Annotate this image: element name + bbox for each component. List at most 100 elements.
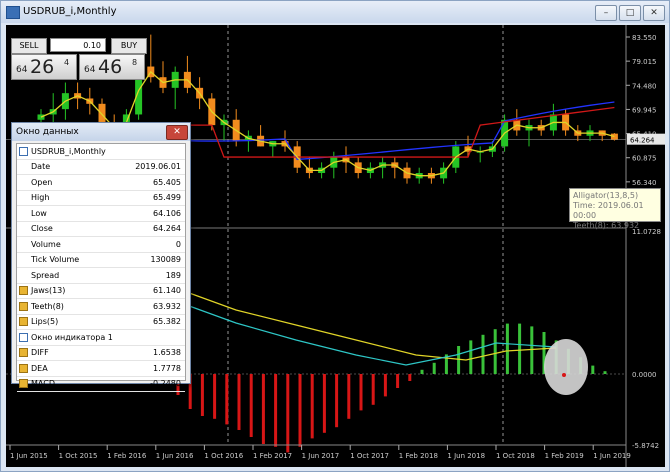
data-window-row: Open 65.405 (17, 175, 185, 191)
data-window-row: Jaws(13) 61.140 (17, 283, 185, 299)
time-tick-label: 1 Feb 2017 (253, 452, 292, 460)
data-window-row: Low 64.106 (17, 206, 185, 222)
macd-histogram-bar (249, 374, 253, 437)
price-tick-label: 60.875 (632, 155, 657, 163)
data-window-close-button[interactable]: ✕ (166, 125, 188, 140)
data-window-row-label: Tick Volume (31, 255, 80, 264)
data-window-row-label: Date (31, 162, 51, 171)
sell-price-pip: 4 (64, 58, 70, 67)
data-window-row: Teeth(8) 63.932 (17, 299, 185, 315)
indicator-icon (19, 301, 28, 311)
indicator-icon (19, 317, 28, 326)
buy-button[interactable]: BUY (111, 38, 147, 54)
macd-histogram-bar (505, 323, 509, 374)
macd-histogram-bar (591, 365, 595, 374)
data-window-row-value: 65.499 (153, 193, 181, 202)
tooltip-line: Teeth(8): 63.932 (573, 221, 640, 230)
one-click-trading-panel: SELL 0.10 BUY 64 26 4 64 46 8 (11, 38, 147, 80)
lot-size-input[interactable]: 0.10 (50, 38, 106, 52)
sell-price-main: 26 (30, 56, 55, 78)
data-window-row: Date 2019.06.01 (17, 159, 185, 175)
maximize-button[interactable]: □ (619, 5, 641, 21)
macd-histogram-bar (322, 374, 326, 433)
macd-histogram-bar (371, 374, 375, 405)
data-window-row-value: 64.264 (153, 224, 181, 233)
data-window-row-label: MACD (31, 379, 55, 388)
data-window-row: High 65.499 (17, 190, 185, 206)
data-window-row: DIFF 1.6538 (17, 345, 185, 361)
price-tick-label: 56.340 (632, 179, 657, 187)
macd-histogram-bar (408, 374, 412, 381)
last-macd-point (562, 373, 566, 377)
indicator-icon (19, 286, 28, 295)
macd-histogram-bar (518, 323, 522, 374)
macd-histogram-bar (359, 374, 363, 411)
data-window-row-value: 2019.06.01 (135, 162, 181, 171)
macd-subwindow (176, 289, 607, 453)
buy-price-pip: 8 (132, 58, 138, 67)
data-window-row-value: 0 (175, 239, 181, 249)
data-window-row-label: Jaws(13) (31, 286, 66, 295)
macd-histogram-bar (225, 374, 229, 425)
time-tick-label: 1 Jun 2018 (447, 452, 485, 460)
data-window-symbol: USDRUB_i,Monthly (31, 147, 106, 156)
macd-histogram-bar (530, 326, 534, 374)
data-window-row-label: DIFF (31, 348, 49, 357)
macd-tick-label: 0.0000 (632, 371, 657, 379)
macd-histogram-bar (200, 374, 204, 416)
macd-histogram-bar (286, 374, 290, 453)
data-window-row: Close 64.264 (17, 221, 185, 237)
data-window-row-value: 1.7778 (153, 363, 181, 373)
close-button[interactable]: ✕ (643, 5, 665, 21)
data-window-row-label: Open (31, 177, 53, 187)
data-window-row-label: Окно индикатора 1 (31, 332, 113, 342)
price-tick-label: 74.480 (632, 82, 657, 90)
macd-histogram-bar (493, 329, 497, 374)
buy-price-box[interactable]: 64 46 8 (79, 54, 145, 80)
data-window-row-label: Lips(5) (31, 317, 59, 326)
sell-price-prefix: 64 (16, 65, 28, 75)
macd-histogram-bar (310, 374, 314, 439)
title-bar[interactable]: USDRUB_i,Monthly – □ ✕ (1, 1, 669, 23)
macd-histogram-bar (347, 374, 351, 419)
macd-histogram-bar (383, 374, 387, 397)
macd-histogram-bar (274, 374, 278, 447)
terminal-window: USDRUB_i,Monthly – □ ✕ 83.550 79.015 74.48… (0, 0, 670, 472)
minimize-button[interactable]: – (595, 5, 617, 21)
indicator-icon (19, 348, 28, 357)
macd-histogram-bar (213, 374, 217, 419)
price-tick-label: 79.015 (632, 58, 657, 66)
data-window-row: Tick Volume 130089 (17, 252, 185, 268)
data-window-row-value: 189 (165, 270, 181, 280)
macd-histogram-bar (469, 340, 473, 374)
data-window-row-label: Spread (31, 270, 60, 280)
time-tick-label: 1 Oct 2017 (350, 452, 389, 460)
macd-histogram-bar (335, 374, 339, 428)
data-window-row-label: Teeth(8) (31, 301, 64, 311)
indicator-icon (19, 379, 28, 388)
sell-price-box[interactable]: 64 26 4 (11, 54, 77, 80)
indicator-icon (19, 363, 28, 373)
current-price-label: 64.264 (630, 137, 655, 145)
data-window[interactable]: Окно данных ✕ USDRUB_i,Monthly Date 2019.… (11, 122, 191, 392)
data-window-row-value: 64.106 (153, 208, 181, 218)
sell-button[interactable]: SELL (11, 38, 47, 54)
time-tick-label: 1 Oct 2018 (496, 452, 535, 460)
buy-price-prefix: 64 (84, 65, 96, 75)
data-window-title: Окно данных (16, 127, 79, 137)
data-window-row-label: Low (31, 208, 47, 218)
data-window-titlebar[interactable]: Окно данных ✕ (12, 123, 190, 141)
data-window-row: Spread 189 (17, 268, 185, 284)
macd-histogram-bar (298, 374, 302, 447)
data-window-row-label: High (31, 193, 50, 202)
data-window-row-label: DEA (31, 363, 48, 373)
time-tick-label: 1 Feb 2019 (545, 452, 584, 460)
data-window-symbol-row: USDRUB_i,Monthly (17, 144, 185, 160)
data-window-row-label: Volume (31, 239, 61, 249)
data-window-row-value: 1.6538 (153, 348, 181, 357)
data-window-row: Окно индикатора 1 (17, 330, 185, 346)
time-tick-label: 1 Feb 2018 (399, 452, 438, 460)
macd-histogram-bar (481, 334, 485, 374)
chart-icon (19, 147, 28, 156)
time-tick-label: 1 Oct 2016 (204, 452, 243, 460)
